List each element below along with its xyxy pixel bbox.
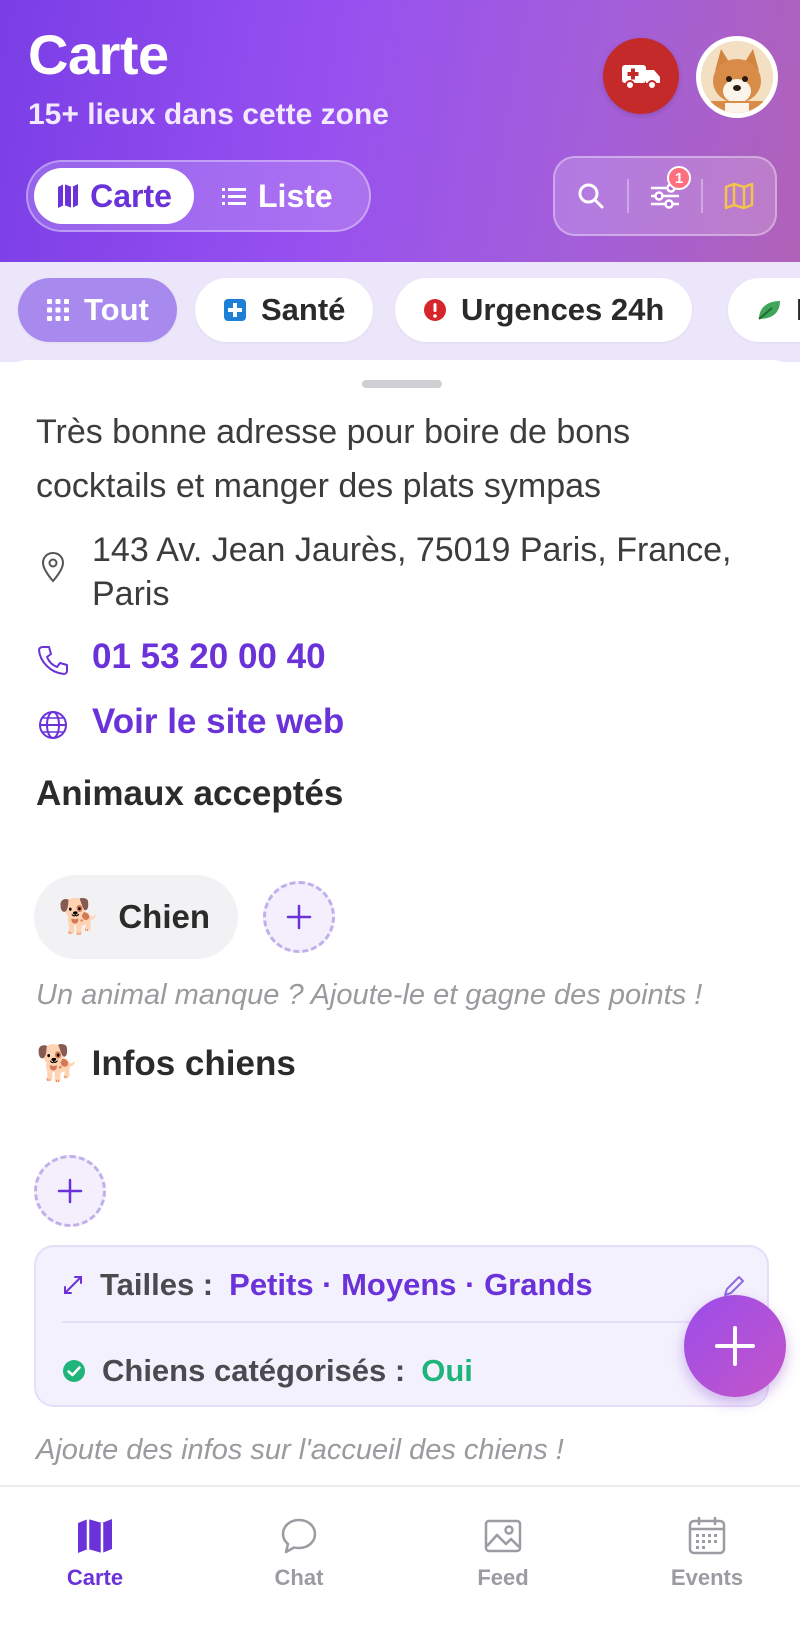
map-icon [78,1519,112,1553]
dog-sizes-row: Tailles : Petits · Moyens · Grands [62,1267,593,1303]
category-filter-bar: Tout Santé Urgences 24h I [0,262,800,362]
website-link[interactable]: Voir le site web [92,700,344,744]
tab-chat[interactable]: Chat [239,1515,359,1591]
map-tools: 1 [553,156,777,236]
map-icon [58,184,79,208]
phone-icon [38,646,68,675]
sheet-drag-handle[interactable] [362,380,442,388]
category-label: Tout [84,292,149,327]
search-button[interactable] [555,156,627,236]
tab-label: Events [670,1565,744,1590]
plus-icon [715,1326,755,1366]
places-count: 15+ lieux dans cette zone [28,98,389,131]
page-title: Carte [28,23,169,86]
dog-sizes-label: Tailles : [100,1267,214,1302]
grid-icon [47,299,69,321]
card-divider [62,1321,722,1323]
calendar-icon [688,1516,726,1555]
dog-info-title-text: Infos chiens [91,1043,296,1083]
tab-label: Feed [477,1565,529,1590]
animal-label: Chien [118,898,211,935]
accepted-animals-title: Animaux acceptés [36,774,344,813]
dog-categorized-value: Oui [421,1353,473,1388]
dog-info-hint: Ajoute des infos sur l'accueil des chien… [36,1434,564,1466]
globe-icon [39,711,67,739]
add-place-fab[interactable] [684,1295,786,1397]
view-toggle: Carte Liste [26,160,371,232]
place-detail-sheet: Très bonne adresse pour boire de bons co… [0,360,800,1485]
location-pin-icon [41,551,65,583]
place-description: Très bonne adresse pour boire de bons co… [36,413,631,505]
animal-chip-dog[interactable]: 🐕 Chien [34,875,239,959]
search-icon [578,183,604,209]
add-animal-button[interactable] [263,881,335,953]
dog-emoji-icon: 🐕 [58,898,101,936]
dog-info-title: 🐕 Infos chiens [36,1043,296,1084]
list-view-button[interactable]: Liste [222,168,362,224]
category-chip-emergency[interactable]: Urgences 24h [395,278,693,342]
medical-cross-icon [224,299,246,321]
phone-row[interactable]: 01 53 20 00 40 [36,635,326,679]
category-label: I [796,292,800,328]
tab-label: Chat [274,1565,324,1590]
address-row: 143 Av. Jean Jaurès, 75019 Paris, France… [36,528,732,616]
map-outline-icon [724,182,754,210]
list-view-label: Liste [258,177,333,214]
website-row[interactable]: Voir le site web [36,700,344,744]
tab-feed[interactable]: Feed [443,1515,563,1591]
filter-count-badge: 1 [666,166,691,190]
resize-arrows-icon [64,1276,82,1294]
tab-map[interactable]: Carte [35,1515,155,1591]
alert-icon [424,299,446,321]
map-view-button[interactable]: Carte [34,168,194,224]
place-address: 143 Av. Jean Jaurès, 75019 Paris, France… [92,531,732,613]
phone-link[interactable]: 01 53 20 00 40 [92,635,326,679]
dog-emoji-icon: 🐕 [36,1044,80,1083]
add-animal-hint: Un animal manque ? Ajoute-le et gagne de… [36,979,703,1011]
list-icon [222,188,246,205]
tab-label: Carte [66,1565,124,1590]
dog-categorized-row: Chiens catégorisés : Oui [62,1353,473,1389]
user-avatar[interactable] [696,36,778,118]
dog-info-card: Tailles : Petits · Moyens · Grands Chien… [34,1245,769,1407]
plus-icon [57,1178,83,1204]
avatar-image [701,41,773,113]
category-label: Santé [261,292,346,327]
category-label: Urgences 24h [461,292,665,327]
ambulance-icon [622,65,660,90]
bottom-tab-bar: Carte Chat Feed Events [0,1485,800,1633]
map-style-button[interactable] [703,156,775,236]
dog-categorized-label: Chiens catégorisés : [102,1353,406,1388]
category-chip-all[interactable]: Tout [18,278,177,342]
emergency-button[interactable] [603,38,679,114]
map-view-label: Carte [90,177,172,214]
dog-sizes-value: Petits · Moyens · Grands [229,1267,593,1302]
image-icon [484,1519,522,1553]
plus-icon [286,904,312,930]
add-dog-info-button[interactable] [34,1155,106,1227]
header: Carte 15+ lieux dans cette zone Carte Li… [0,0,800,262]
check-circle-icon [63,1360,85,1382]
leaf-icon [758,301,780,320]
filter-button[interactable]: 1 [629,156,701,236]
tab-events[interactable]: Events [647,1515,767,1591]
category-chip-health[interactable]: Santé [195,278,374,342]
category-chip-nature[interactable]: I [728,278,800,342]
chat-icon [281,1518,317,1554]
